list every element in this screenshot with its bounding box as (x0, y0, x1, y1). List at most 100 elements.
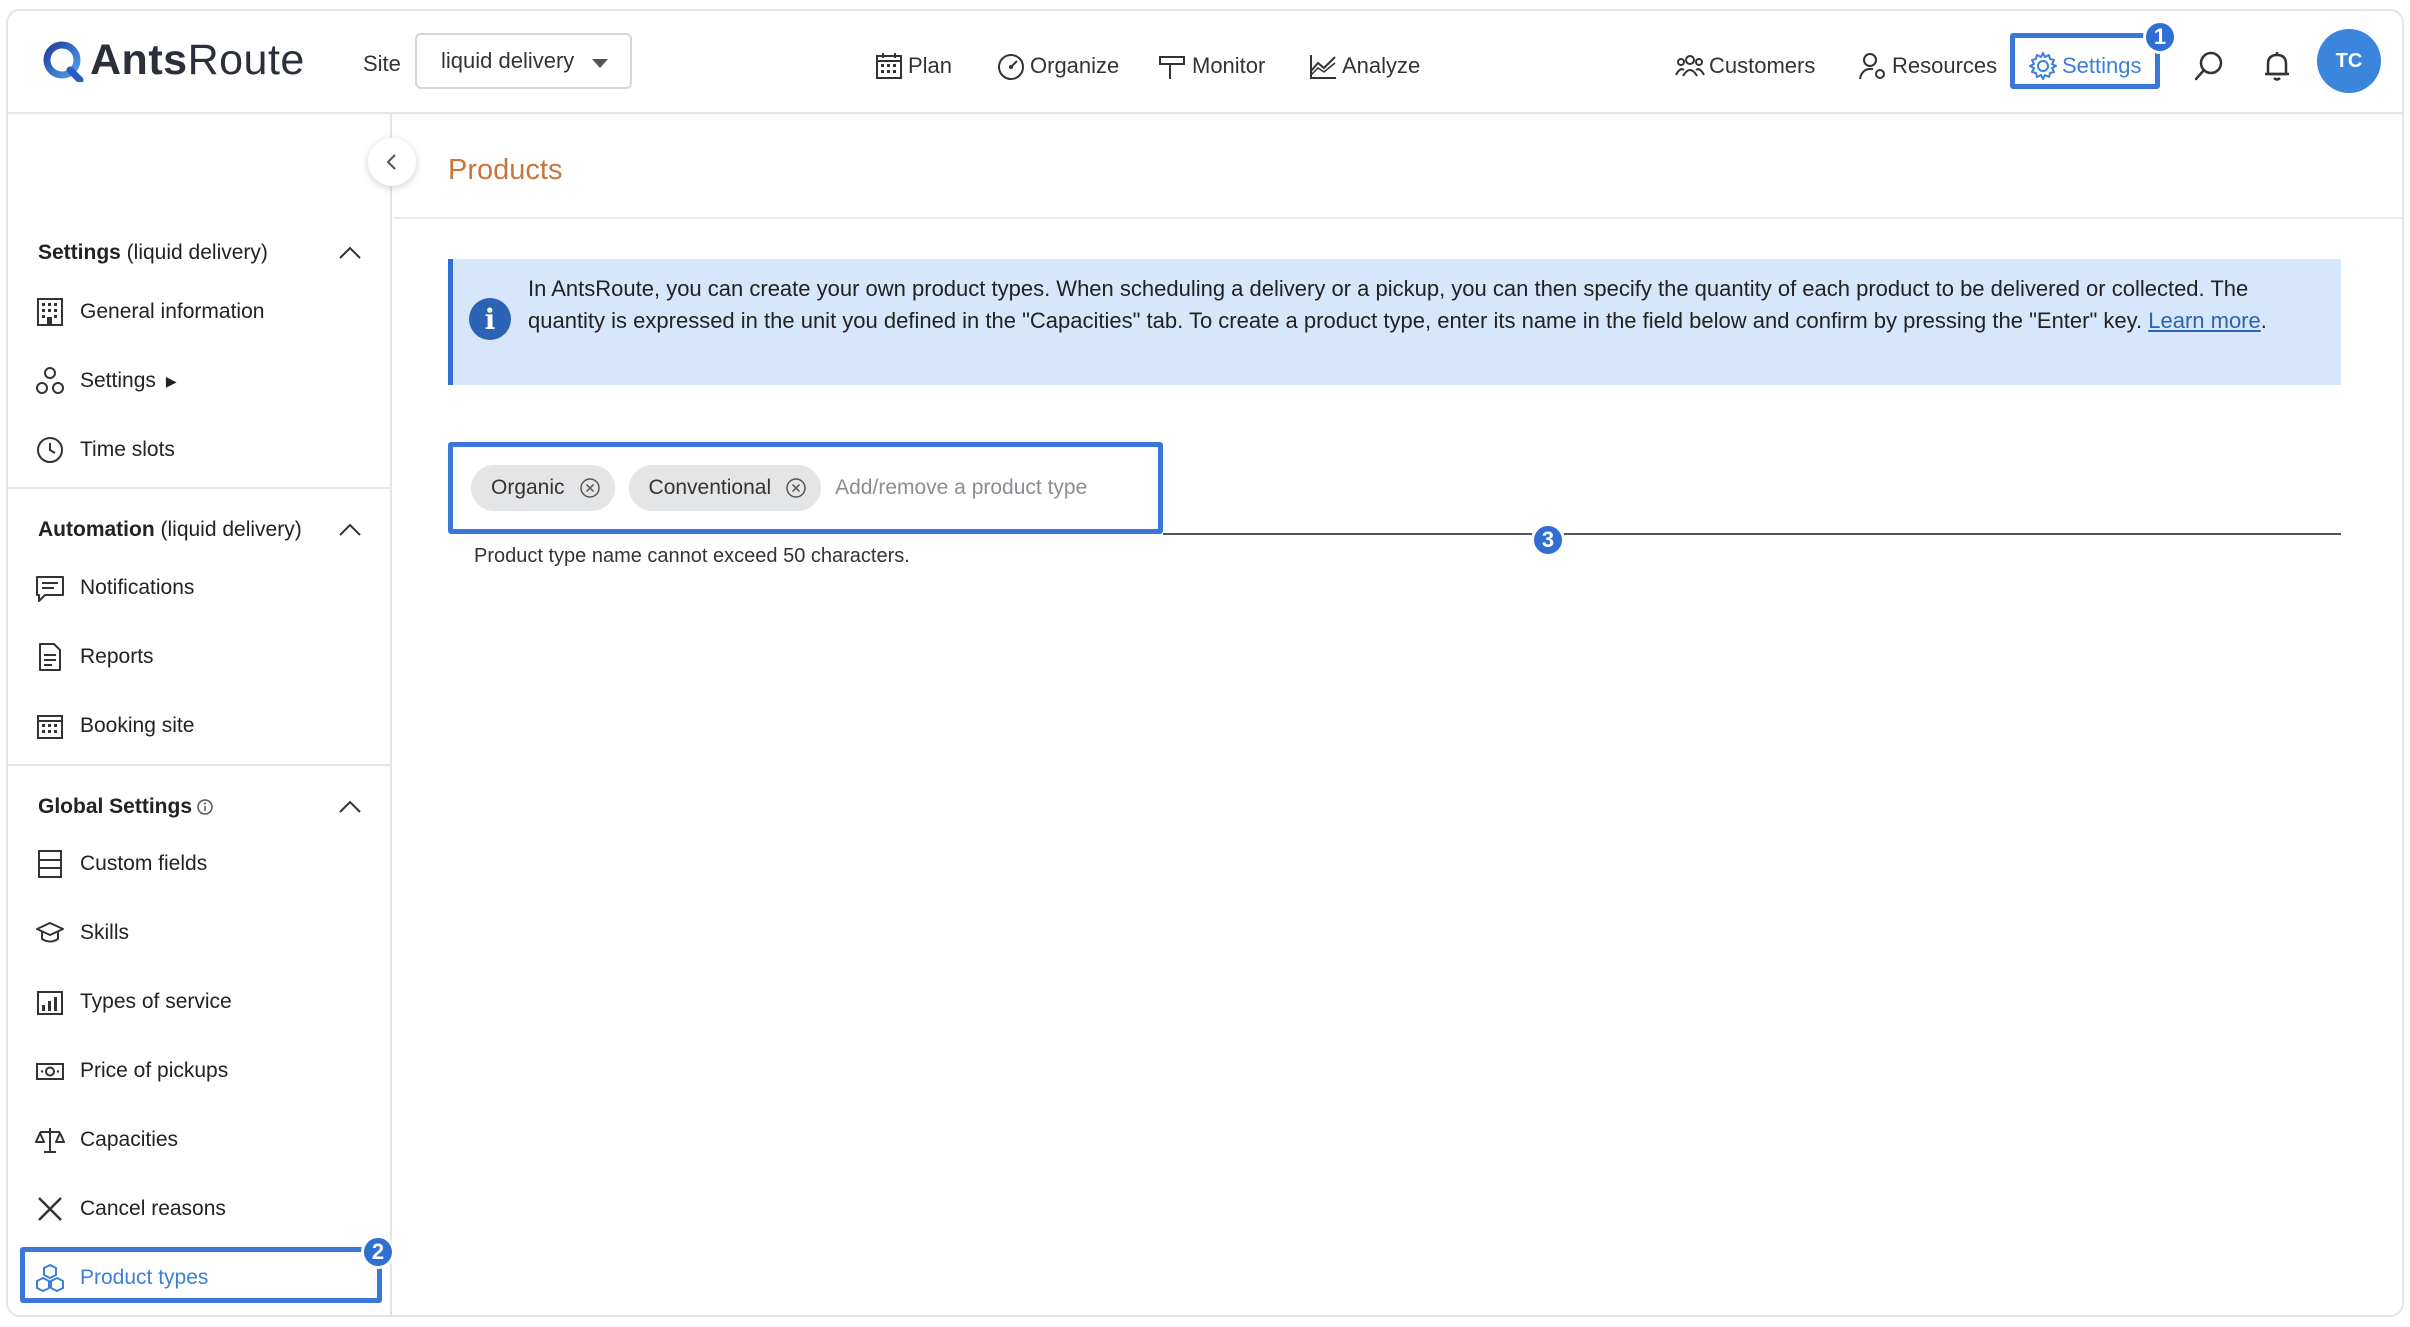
sidebar-divider (8, 764, 392, 766)
nav-analyze-label: Analyze (1342, 53, 1421, 78)
nav-resources-label: Resources (1892, 53, 1998, 78)
sidebar-item-label: Time slots (80, 438, 175, 461)
product-type-tag: Organic (471, 465, 615, 511)
clock-icon (37, 437, 63, 463)
calendar-icon (37, 715, 63, 739)
chevron-up-icon[interactable] (338, 523, 362, 537)
info-circle-icon (197, 799, 213, 816)
search-icon (2194, 51, 2223, 81)
title-divider (394, 217, 2402, 219)
notifications-button[interactable] (2260, 49, 2294, 83)
info-text-body: In AntsRoute, you can create your own pr… (528, 276, 2249, 333)
logo-text-light: Route (187, 36, 305, 84)
area-chart-icon (1310, 55, 1336, 79)
product-type-tag: Conventional (628, 465, 822, 511)
sidebar-item-label: General information (80, 300, 265, 323)
calendar-icon (876, 53, 902, 79)
nav-customers[interactable]: Customers (1675, 51, 1815, 81)
site-select[interactable]: liquid delivery (415, 33, 632, 89)
sidebar-item-label: Cancel reasons (80, 1197, 226, 1220)
sidebar-item-label: Settings (80, 369, 156, 392)
info-banner: i In AntsRoute, you can create your own … (448, 259, 2341, 385)
gauge-icon (998, 54, 1024, 80)
info-text-end: . (2260, 308, 2267, 333)
banknote-icon (36, 1063, 64, 1080)
users-group-icon (1675, 55, 1705, 77)
tag-label: Conventional (648, 476, 772, 499)
chevron-up-icon[interactable] (338, 800, 362, 814)
nav-resources[interactable]: Resources (1858, 51, 1997, 81)
app-window: AntsRoute Site liquid delivery Plan Orga… (6, 9, 2404, 1317)
caret-down-icon (592, 59, 608, 68)
section-header-global-bold: Global Settings (38, 795, 193, 818)
nav-plan[interactable]: Plan (874, 51, 952, 81)
sidebar-item-booking-site[interactable]: Booking site (34, 706, 194, 746)
user-avatar[interactable]: TC (2317, 29, 2381, 93)
settings-sidebar: Settings (liquid delivery) General infor… (8, 114, 392, 1315)
sidebar-item-label: Capacities (80, 1128, 179, 1151)
sidebar-item-label: Notifications (80, 576, 195, 599)
sidebar-item-price-of-pickups[interactable]: Price of pickups (34, 1051, 228, 1091)
logo[interactable]: AntsRoute (42, 36, 305, 85)
page-title: Products (448, 154, 563, 186)
graduation-cap-icon (36, 922, 64, 943)
step-badge-3: 3 (1531, 523, 1565, 557)
nav-organize[interactable]: Organize (996, 51, 1119, 81)
collapse-sidebar-button[interactable] (368, 138, 416, 186)
site-select-value: liquid delivery (441, 48, 575, 73)
nav-monitor-label: Monitor (1192, 53, 1266, 78)
input-underline (1163, 533, 2341, 535)
product-type-input[interactable] (835, 476, 1126, 500)
chevron-left-icon (386, 154, 396, 170)
sidebar-item-general-information[interactable]: General information (34, 292, 264, 332)
step-badge-2: 2 (361, 1235, 395, 1269)
remove-tag-icon[interactable] (579, 477, 601, 499)
close-icon (38, 1197, 62, 1221)
learn-more-link[interactable]: Learn more (2148, 308, 2261, 333)
antsroute-logo-icon (43, 41, 84, 82)
nav-monitor[interactable]: Monitor (1158, 51, 1265, 81)
sidebar-item-label: Booking site (80, 714, 195, 737)
nav-customers-label: Customers (1709, 53, 1816, 78)
sidebar-item-capacities[interactable]: Capacities (34, 1120, 178, 1160)
sidebar-item-label: Price of pickups (80, 1059, 229, 1082)
sidebar-item-label: Types of service (80, 990, 232, 1013)
remove-tag-icon[interactable] (785, 477, 807, 499)
main-content: Products i In AntsRoute, you can create … (394, 114, 2402, 1315)
scale-icon (35, 1128, 65, 1153)
top-navigation-bar: AntsRoute Site liquid delivery Plan Orga… (8, 11, 2402, 114)
sidebar-item-time-slots[interactable]: Time slots (34, 430, 175, 470)
building-icon (37, 298, 63, 326)
section-header-automation[interactable]: Automation (liquid delivery) (38, 518, 302, 542)
section-header-settings-rest: (liquid delivery) (120, 241, 268, 264)
section-header-settings-bold: Settings (38, 241, 121, 264)
chart-calendar-icon (37, 991, 63, 1015)
search-button[interactable] (2192, 49, 2226, 83)
section-header-global-settings[interactable]: Global Settings (38, 795, 214, 819)
sidebar-item-skills[interactable]: Skills (34, 913, 129, 953)
nav-analyze[interactable]: Analyze (1308, 51, 1420, 81)
sidebar-item-settings[interactable]: Settings ▶ (34, 361, 177, 401)
section-header-settings[interactable]: Settings (liquid delivery) (38, 241, 268, 265)
settings-highlight-box (2010, 33, 2160, 89)
nav-plan-label: Plan (908, 53, 953, 78)
logo-text-bold: Ants (90, 36, 188, 84)
sidebar-divider (8, 487, 392, 489)
signpost-icon (1159, 56, 1185, 79)
sidebar-item-notifications[interactable]: Notifications (34, 568, 194, 608)
info-icon: i (469, 298, 511, 340)
section-header-automation-rest: (liquid delivery) (154, 518, 302, 541)
nodes-icon (36, 367, 64, 394)
bell-icon (2265, 52, 2289, 81)
sidebar-item-label: Skills (80, 921, 130, 944)
info-banner-text: In AntsRoute, you can create your own pr… (528, 273, 2328, 337)
product-type-tags-input: Organic Conventional (448, 442, 1163, 534)
sidebar-item-cancel-reasons[interactable]: Cancel reasons (34, 1189, 226, 1229)
message-icon (36, 576, 64, 602)
product-types-highlight-box (20, 1247, 382, 1303)
chevron-up-icon[interactable] (338, 246, 362, 260)
sidebar-item-types-of-service[interactable]: Types of service (34, 982, 232, 1022)
sidebar-item-reports[interactable]: Reports (34, 637, 154, 677)
expand-arrow-icon: ▶ (165, 372, 177, 389)
sidebar-item-custom-fields[interactable]: Custom fields (34, 844, 207, 884)
